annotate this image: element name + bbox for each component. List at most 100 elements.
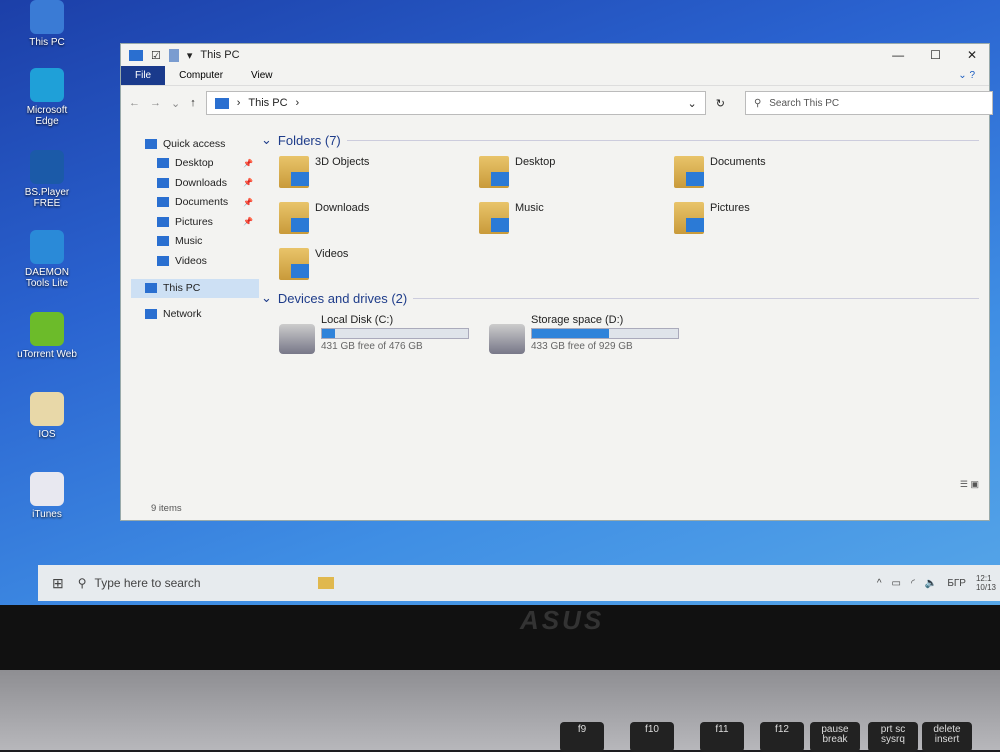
title-bar: ☑ ▾ This PC — ☐ ✕ — [121, 44, 989, 66]
volume-icon[interactable]: 🔈 — [925, 578, 937, 589]
tab-computer[interactable]: Computer — [165, 66, 237, 85]
folder-label: Pictures — [710, 202, 750, 214]
folder-label: Downloads — [315, 202, 370, 214]
folder-item[interactable]: Videos — [279, 248, 479, 284]
new-folder-icon[interactable] — [168, 48, 179, 62]
app-icon — [30, 68, 64, 102]
properties-icon[interactable]: ☑ — [151, 49, 161, 62]
show-hidden-icons[interactable]: ^ — [877, 578, 882, 589]
search-input[interactable]: ⚲ Search This PC — [744, 91, 993, 115]
keyboard-key: prt sc sysrq — [868, 722, 918, 752]
ribbon-tabs: File Computer View ⌄ ? — [121, 66, 989, 86]
nav-item-label: Network — [163, 307, 202, 320]
desktop-icon[interactable]: uTorrent Web — [14, 312, 80, 360]
nav-item[interactable]: Downloads 📌 — [131, 173, 259, 193]
battery-icon[interactable]: ▭ — [892, 578, 901, 589]
status-bar-item-count: 9 items — [151, 503, 182, 514]
desktop-icon[interactable]: BS.Player FREE — [14, 150, 80, 209]
language-indicator[interactable]: БГР — [947, 578, 966, 589]
keyboard-key: delete insert — [922, 722, 972, 752]
folder-label: Music — [515, 202, 544, 214]
keyboard-key: f10 — [630, 722, 674, 752]
window-title: This PC — [200, 49, 240, 61]
back-button[interactable]: ← — [129, 97, 140, 109]
app-icon — [30, 472, 64, 506]
nav-item[interactable]: This PC — [131, 278, 259, 298]
folders-header-label: Folders (7) — [277, 132, 341, 148]
folder-label: 3D Objects — [315, 156, 370, 168]
address-dropdown-icon[interactable]: ⌄ — [688, 97, 697, 110]
nav-item[interactable]: Videos — [131, 251, 259, 271]
drive-name: Local Disk (C:) — [321, 314, 394, 326]
tab-file[interactable]: File — [121, 66, 166, 85]
nav-item-label: Pictures — [175, 215, 213, 228]
desktop-icon-label: DAEMON Tools Lite — [25, 267, 69, 289]
chevron-down-icon: ⌄ — [261, 290, 272, 305]
chevron-down-icon: ⌄ — [261, 132, 272, 147]
desktop-icon-label: Microsoft Edge — [26, 105, 68, 127]
desktop-icon[interactable]: DAEMON Tools Lite — [14, 230, 80, 289]
folder-label: Desktop — [515, 156, 556, 168]
nav-item-label: Quick access — [163, 137, 226, 150]
drives-header[interactable]: ⌄ Devices and drives (2) — [261, 290, 979, 306]
quick-access-dropdown-icon[interactable]: ▾ — [187, 49, 193, 62]
desktop-icon-label: uTorrent Web — [17, 349, 77, 360]
close-button[interactable]: ✕ — [967, 48, 977, 62]
desktop-icon-label: This PC — [29, 37, 65, 48]
address-bar[interactable]: › This PC › ⌄ — [205, 91, 706, 115]
folder-label: Videos — [315, 248, 349, 260]
folders-header[interactable]: ⌄ Folders (7) — [261, 132, 979, 148]
maximize-button[interactable]: ☐ — [930, 48, 941, 62]
drive-usage-bar — [321, 328, 469, 339]
recent-locations-icon[interactable]: ⌄ — [171, 97, 180, 110]
nav-item[interactable]: Pictures 📌 — [131, 212, 259, 232]
file-explorer-taskbar-icon[interactable] — [317, 577, 334, 589]
folder-item[interactable]: 3D Objects — [279, 156, 479, 192]
nav-item[interactable]: Quick access — [131, 134, 259, 154]
folder-item[interactable]: Music — [479, 202, 674, 238]
help-icon[interactable]: ⌄ ? — [944, 66, 989, 85]
nav-item[interactable]: Documents 📌 — [131, 193, 259, 213]
folder-item[interactable]: Pictures — [674, 202, 874, 238]
nav-item-icon — [145, 283, 157, 294]
view-toggle[interactable]: ☰ ▣ — [960, 479, 979, 490]
clock[interactable]: 12:1 10/13 — [976, 574, 996, 592]
brand-logo: ASUS — [520, 605, 605, 635]
desktop-icon[interactable]: Microsoft Edge — [14, 68, 80, 127]
nav-item-icon — [145, 308, 157, 319]
nav-item[interactable]: Music — [131, 232, 259, 252]
taskbar-search[interactable]: ⚲ Type here to search — [78, 576, 308, 590]
desktop-icon[interactable]: This PC — [14, 0, 80, 48]
desktop-icon[interactable]: IOS — [14, 392, 80, 440]
nav-item-icon — [145, 138, 157, 149]
folder-icon — [279, 248, 309, 280]
pin-icon: 📌 — [243, 178, 253, 188]
folder-item[interactable]: Downloads — [279, 202, 479, 238]
breadcrumb-this-pc[interactable]: This PC — [248, 97, 287, 109]
nav-item-label: Downloads — [175, 176, 227, 189]
start-button[interactable]: ⊞ — [38, 575, 78, 592]
forward-button[interactable]: → — [150, 97, 161, 109]
tab-view[interactable]: View — [237, 66, 287, 85]
search-placeholder: Search This PC — [769, 97, 840, 109]
search-icon: ⚲ — [77, 576, 87, 590]
minimize-button[interactable]: — — [892, 48, 904, 62]
nav-item[interactable]: Network — [131, 304, 259, 324]
folder-icon — [674, 202, 704, 234]
nav-item-label: Music — [175, 235, 203, 248]
desktop-icon[interactable]: iTunes — [14, 472, 80, 520]
folder-item[interactable]: Documents — [674, 156, 874, 192]
folder-item[interactable]: Desktop — [479, 156, 674, 192]
refresh-button[interactable]: ↻ — [716, 97, 725, 110]
pin-icon: 📌 — [243, 217, 253, 227]
nav-item-icon — [157, 216, 169, 227]
drive-item[interactable]: Local Disk (C:) 431 GB free of 476 GB — [279, 314, 479, 354]
file-explorer-window: ☑ ▾ This PC — ☐ ✕ File Computer View ⌄ ?… — [120, 43, 993, 521]
keyboard-key: pause break — [810, 722, 860, 752]
wifi-icon[interactable]: ◜ — [911, 578, 915, 589]
drive-item[interactable]: Storage space (D:) 433 GB free of 929 GB — [489, 314, 689, 354]
up-button[interactable]: ↑ — [190, 97, 196, 109]
nav-item-icon — [157, 177, 169, 188]
nav-item-label: Documents — [175, 196, 229, 209]
nav-item[interactable]: Desktop 📌 — [131, 154, 259, 174]
